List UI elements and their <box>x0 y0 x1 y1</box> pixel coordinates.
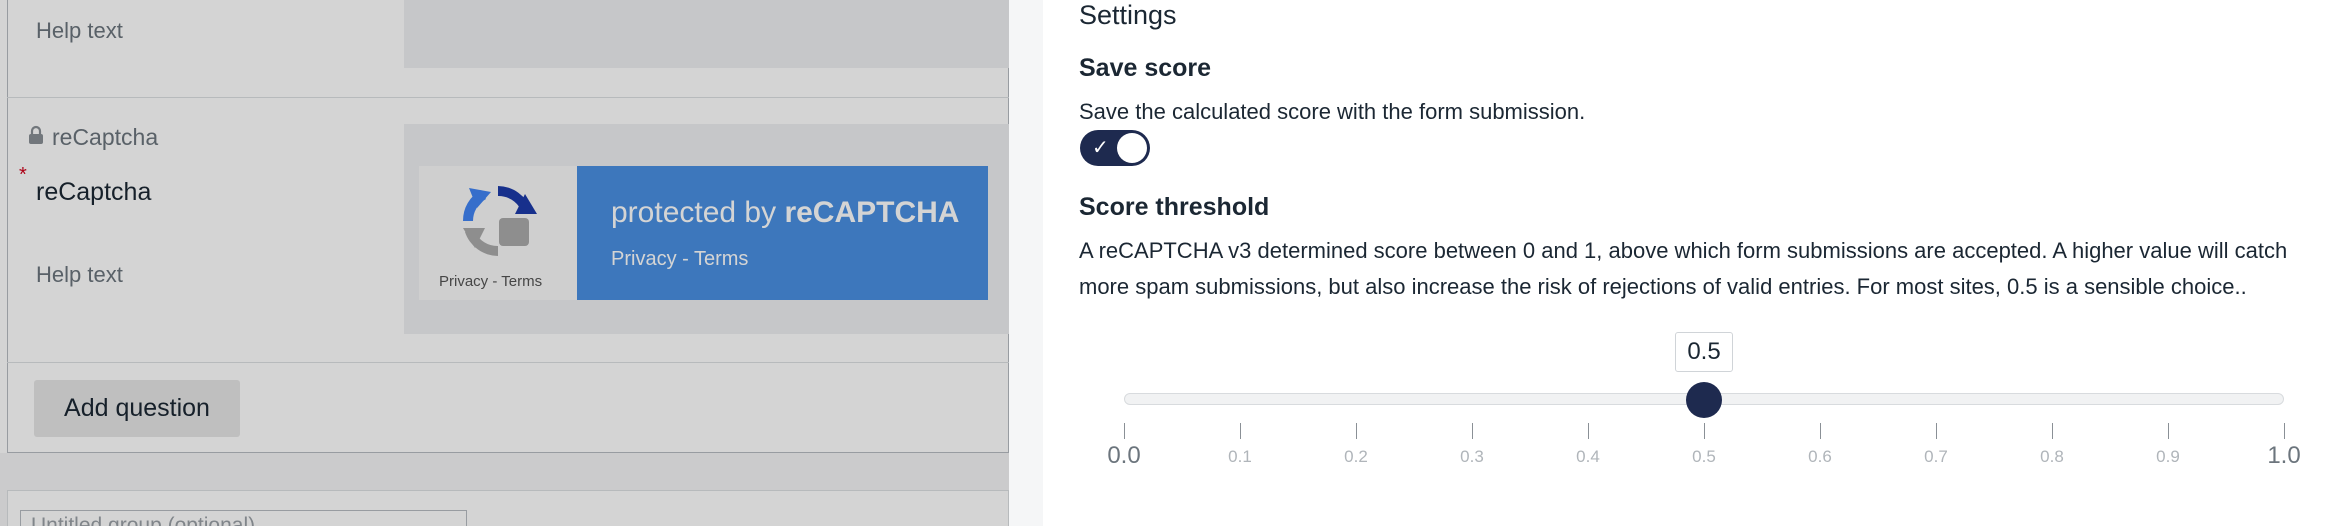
slider-tick <box>1704 423 1705 439</box>
slider-tick-label: 0.4 <box>1576 447 1600 466</box>
panel-title: Settings <box>1079 0 1177 30</box>
slider-tick <box>1356 423 1357 439</box>
score-threshold-heading: Score threshold <box>1079 193 1270 221</box>
slider-tick <box>1820 423 1821 439</box>
slider-tick-label: 0.2 <box>1344 447 1368 466</box>
slider-tick <box>1240 423 1241 439</box>
slider-tick <box>1936 423 1937 439</box>
slider-tick <box>1124 423 1125 439</box>
check-icon: ✓ <box>1092 137 1109 159</box>
toggle-knob <box>1117 133 1147 163</box>
settings-panel: Settings Save score Save the calculated … <box>1009 0 2338 526</box>
slider-tick-label: 0.3 <box>1460 447 1484 466</box>
save-score-toggle[interactable]: ✓ <box>1080 130 1150 166</box>
save-score-description: Save the calculated score with the form … <box>1079 99 1586 124</box>
slider-tick <box>1472 423 1473 439</box>
slider-tick <box>2284 423 2285 439</box>
score-threshold-slider[interactable]: 0.5 0.0 0.1 0.2 0.3 0.4 0.5 0.6 0.7 0.8 0.9 1.0 <box>1079 330 2319 480</box>
slider-tick-label: 0.8 <box>2040 447 2064 466</box>
panel-gutter <box>1009 0 1043 526</box>
slider-tick-label: 0.7 <box>1924 447 1948 466</box>
slider-handle[interactable] <box>1686 382 1722 418</box>
slider-tick <box>1588 423 1589 439</box>
slider-tick <box>2168 423 2169 439</box>
slider-tick <box>2052 423 2053 439</box>
slider-tick-label: 0.5 <box>1692 447 1716 466</box>
slider-tick-label: 0.1 <box>1228 447 1252 466</box>
slider-tick-label: 0.6 <box>1808 447 1832 466</box>
score-threshold-description: A reCAPTCHA v3 determined score between … <box>1079 238 2288 299</box>
slider-tick-label: 1.0 <box>2267 442 2301 469</box>
save-score-heading: Save score <box>1079 54 1212 82</box>
slider-tick-label: 0.9 <box>2156 447 2180 466</box>
slider-value-tooltip: 0.5 <box>1675 332 1733 372</box>
modal-overlay[interactable] <box>0 0 1009 526</box>
slider-tick-label: 0.0 <box>1107 442 1141 469</box>
